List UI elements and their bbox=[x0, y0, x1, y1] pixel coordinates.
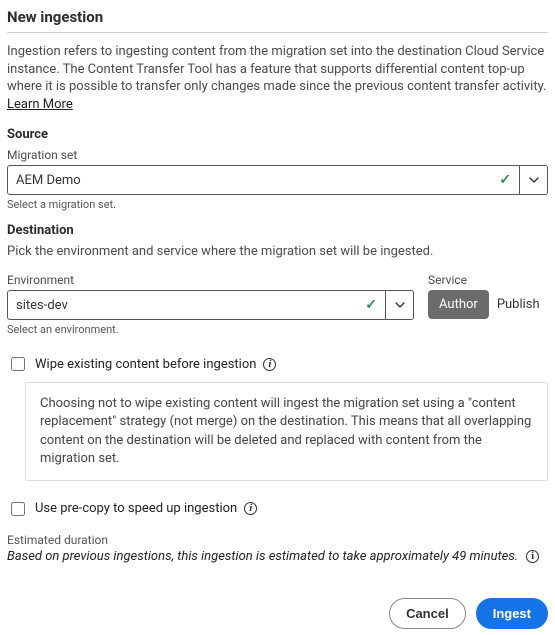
destination-section-label: Destination bbox=[7, 223, 548, 238]
cancel-button[interactable]: Cancel bbox=[389, 598, 466, 629]
wipe-note: Choosing not to wipe existing content wi… bbox=[25, 382, 548, 481]
info-icon[interactable]: i bbox=[244, 502, 257, 515]
info-icon[interactable]: i bbox=[263, 358, 276, 371]
migration-set-dropdown-button[interactable] bbox=[520, 165, 548, 195]
service-publish-button[interactable]: Publish bbox=[497, 297, 540, 312]
estimate-text: Based on previous ingestions, this inges… bbox=[7, 549, 518, 564]
learn-more-link[interactable]: Learn More bbox=[7, 97, 73, 112]
service-author-button[interactable]: Author bbox=[428, 290, 489, 319]
header-divider bbox=[7, 32, 548, 33]
environment-dropdown-button[interactable] bbox=[386, 290, 414, 320]
check-icon: ✓ bbox=[499, 172, 511, 188]
environment-select[interactable]: sites-dev ✓ bbox=[7, 290, 414, 320]
migration-set-select[interactable]: AEM Demo ✓ bbox=[7, 165, 548, 195]
page-title: New ingestion bbox=[7, 8, 548, 26]
check-icon: ✓ bbox=[365, 297, 377, 313]
environment-label: Environment bbox=[7, 273, 414, 287]
service-label: Service bbox=[428, 273, 548, 287]
precopy-checkbox[interactable] bbox=[11, 502, 25, 516]
intro-text: Ingestion refers to ingesting content fr… bbox=[7, 43, 548, 113]
wipe-checkbox[interactable] bbox=[11, 357, 25, 371]
estimate-label: Estimated duration bbox=[7, 533, 548, 547]
precopy-label: Use pre-copy to speed up ingestion bbox=[35, 501, 237, 516]
info-icon[interactable]: i bbox=[526, 550, 539, 563]
ingest-button[interactable]: Ingest bbox=[476, 598, 548, 629]
environment-value: sites-dev bbox=[16, 298, 68, 313]
wipe-label: Wipe existing content before ingestion bbox=[35, 357, 256, 372]
source-section-label: Source bbox=[7, 127, 548, 142]
environment-input[interactable]: sites-dev ✓ bbox=[7, 290, 386, 320]
migration-set-label: Migration set bbox=[7, 148, 548, 162]
migration-set-input[interactable]: AEM Demo ✓ bbox=[7, 165, 520, 195]
migration-set-value: AEM Demo bbox=[16, 173, 81, 188]
migration-set-helper: Select a migration set. bbox=[7, 198, 548, 211]
intro-body: Ingestion refers to ingesting content fr… bbox=[7, 44, 546, 94]
environment-helper: Select an environment. bbox=[7, 323, 414, 336]
destination-description: Pick the environment and service where t… bbox=[7, 244, 548, 259]
